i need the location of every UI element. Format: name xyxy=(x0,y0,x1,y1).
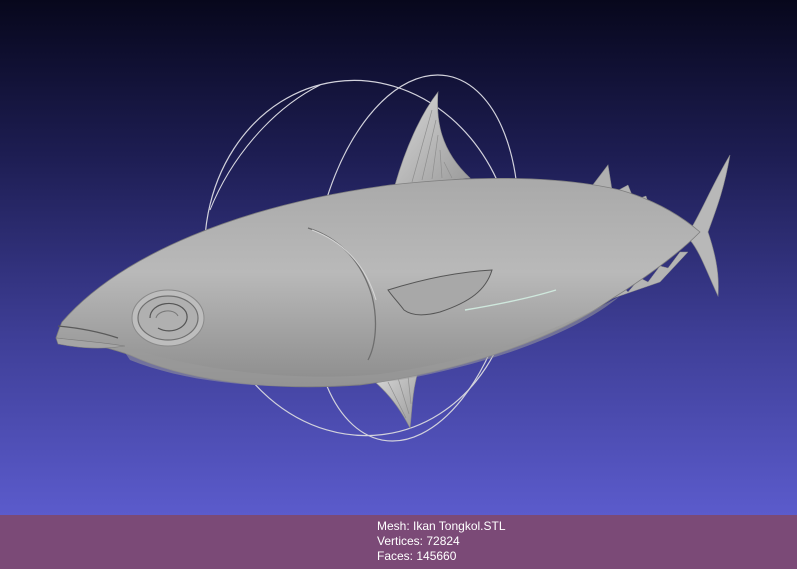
info-panel: Mesh: Ikan Tongkol.STL Vertices: 72824 F… xyxy=(0,515,797,569)
vertex-count: Vertices: 72824 xyxy=(377,534,460,548)
face-count: Faces: 145660 xyxy=(377,549,457,563)
3d-viewport[interactable] xyxy=(0,0,797,515)
mesh-name: Mesh: Ikan Tongkol.STL xyxy=(377,519,506,533)
viewport-canvas[interactable] xyxy=(0,0,797,515)
dorsal-fin xyxy=(394,91,471,186)
trackball-ring-front-arc-2[interactable] xyxy=(209,84,321,211)
eye xyxy=(131,289,205,347)
caudal-fin xyxy=(689,154,731,298)
